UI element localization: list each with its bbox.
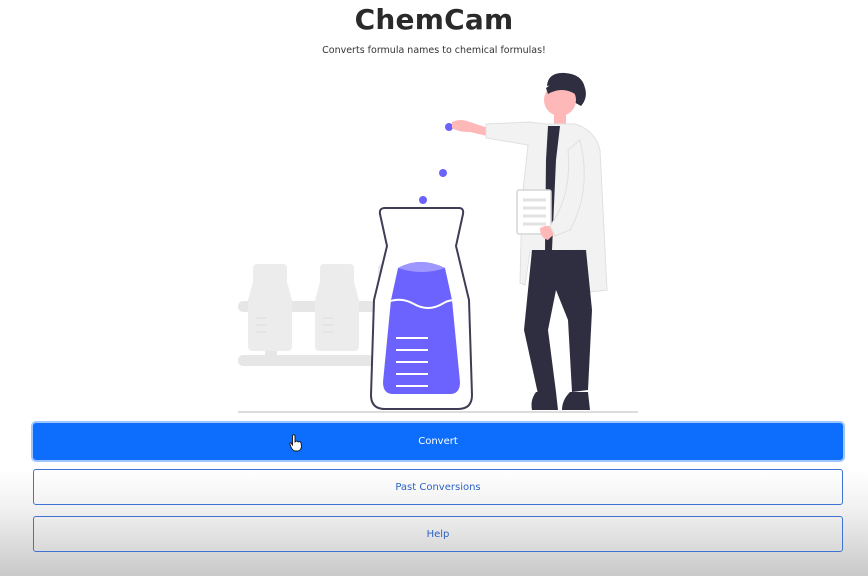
page-title: ChemCam xyxy=(354,3,514,36)
hand-cursor-icon xyxy=(289,434,302,452)
convert-button[interactable]: Convert xyxy=(33,423,843,460)
past-conversions-button[interactable]: Past Conversions xyxy=(33,469,843,505)
scientist-icon xyxy=(452,72,608,410)
flask-icon xyxy=(369,207,474,410)
drop-icon xyxy=(445,123,453,131)
test-tube-rack-icon xyxy=(238,264,392,366)
drop-icon xyxy=(439,169,447,177)
page-subtitle: Converts formula names to chemical formu… xyxy=(322,45,546,56)
scientist-with-flask-illustration xyxy=(238,72,638,413)
drop-icon xyxy=(419,196,427,204)
help-button[interactable]: Help xyxy=(33,516,843,552)
